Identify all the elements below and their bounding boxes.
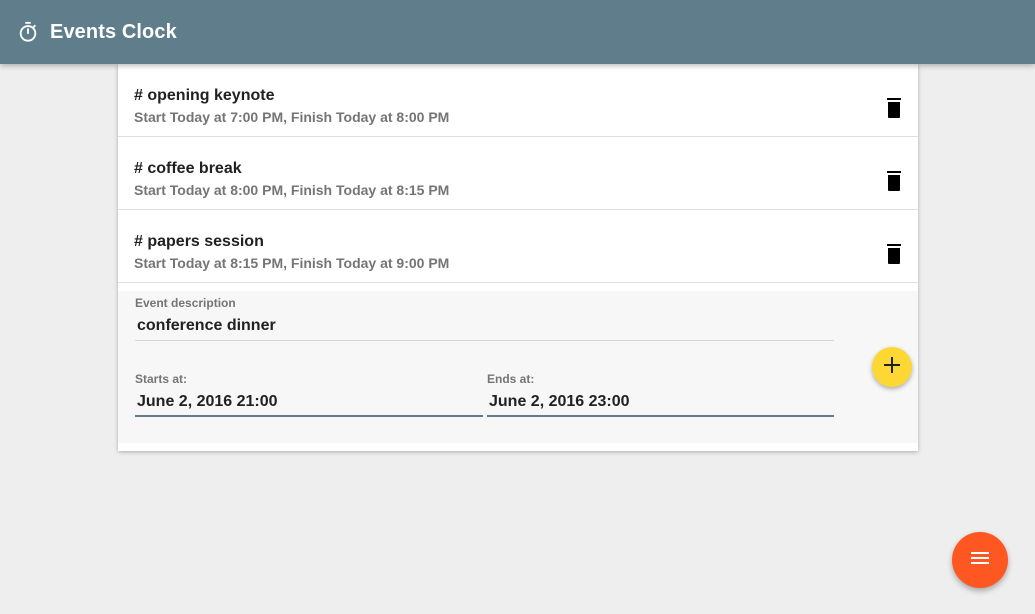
stopwatch-icon	[16, 20, 40, 44]
event-item: # opening keynote Start Today at 7:00 PM…	[118, 64, 918, 137]
event-times: Start Today at 8:00 PM, Finish Today at …	[134, 182, 450, 198]
event-description: # coffee break	[134, 160, 242, 177]
ends-underline	[487, 415, 834, 417]
event-item: # coffee break Start Today at 8:00 PM, F…	[118, 137, 918, 210]
menu-button[interactable]	[952, 532, 1008, 588]
add-event-button[interactable]	[872, 347, 912, 387]
plus-icon	[884, 356, 900, 378]
trash-icon[interactable]	[884, 244, 904, 266]
event-times: Start Today at 7:00 PM, Finish Today at …	[134, 109, 450, 125]
event-description: # papers session	[134, 233, 264, 250]
ends-label: Ends at:	[487, 372, 535, 386]
description-input[interactable]	[135, 315, 834, 337]
event-times: Start Today at 8:15 PM, Finish Today at …	[134, 255, 450, 271]
description-label: Event description	[135, 296, 236, 310]
app-bar: Events Clock	[0, 0, 1035, 64]
starts-underline	[135, 415, 483, 417]
description-underline	[135, 340, 834, 341]
new-event-form: Event description Starts at: Ends at:	[118, 291, 918, 443]
starts-at-input[interactable]	[135, 391, 483, 413]
trash-icon[interactable]	[884, 98, 904, 120]
ends-at-input[interactable]	[487, 391, 834, 413]
app-title: Events Clock	[50, 20, 177, 43]
menu-icon	[971, 551, 989, 569]
events-card: # opening keynote Start Today at 7:00 PM…	[118, 64, 918, 451]
starts-label: Starts at:	[135, 372, 188, 386]
trash-icon[interactable]	[884, 171, 904, 193]
event-item: # papers session Start Today at 8:15 PM,…	[118, 210, 918, 283]
event-description: # opening keynote	[134, 87, 275, 104]
